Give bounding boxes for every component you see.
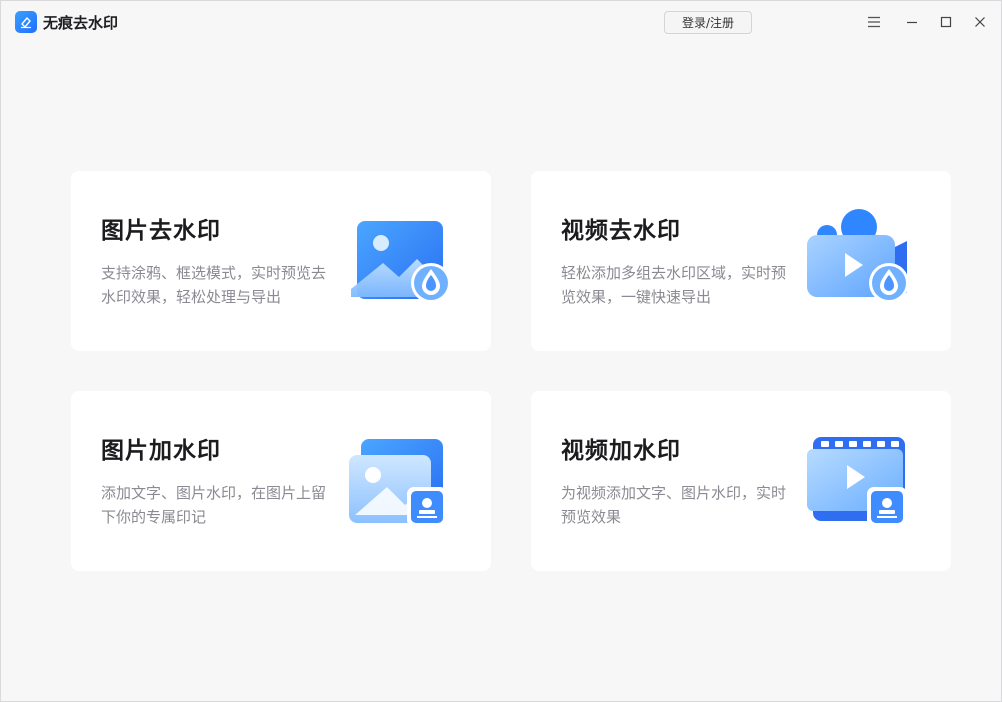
login-register-button[interactable]: 登录/注册 xyxy=(664,11,752,34)
card-title: 视频去水印 xyxy=(561,218,681,244)
eraser-icon xyxy=(15,11,37,33)
card-video-remove-watermark[interactable]: 视频去水印 轻松添加多组去水印区域，实时预览效果，一键快速导出 xyxy=(531,171,951,351)
card-description: 支持涂鸦、框选模式，实时预览去水印效果，轻松处理与导出 xyxy=(101,264,327,306)
card-title: 图片去水印 xyxy=(101,218,221,244)
menu-icon[interactable] xyxy=(863,11,885,33)
card-title: 图片加水印 xyxy=(101,438,221,464)
card-image-add-watermark[interactable]: 图片加水印 添加文字、图片水印，在图片上留下你的专属印记 xyxy=(71,391,491,571)
card-description: 为视频添加文字、图片水印，实时预览效果 xyxy=(561,484,787,526)
video-remove-watermark-icon xyxy=(803,205,915,309)
maximize-icon[interactable] xyxy=(935,11,957,33)
card-video-add-watermark[interactable]: 视频加水印 为视频添加文字、图片水印，实时预览效果 xyxy=(531,391,951,571)
image-remove-watermark-icon xyxy=(343,205,455,309)
card-description: 轻松添加多组去水印区域，实时预览效果，一键快速导出 xyxy=(561,264,787,306)
video-add-watermark-icon xyxy=(803,425,915,529)
close-icon[interactable] xyxy=(969,11,991,33)
card-description: 添加文字、图片水印，在图片上留下你的专属印记 xyxy=(101,484,327,526)
app-title: 无痕去水印 xyxy=(43,14,119,32)
card-title: 视频加水印 xyxy=(561,438,681,464)
card-image-remove-watermark[interactable]: 图片去水印 支持涂鸦、框选模式，实时预览去水印效果，轻松处理与导出 xyxy=(71,171,491,351)
image-add-watermark-icon xyxy=(343,425,455,529)
minimize-icon[interactable] xyxy=(901,11,923,33)
title-bar: 无痕去水印 登录/注册 xyxy=(1,1,1001,43)
